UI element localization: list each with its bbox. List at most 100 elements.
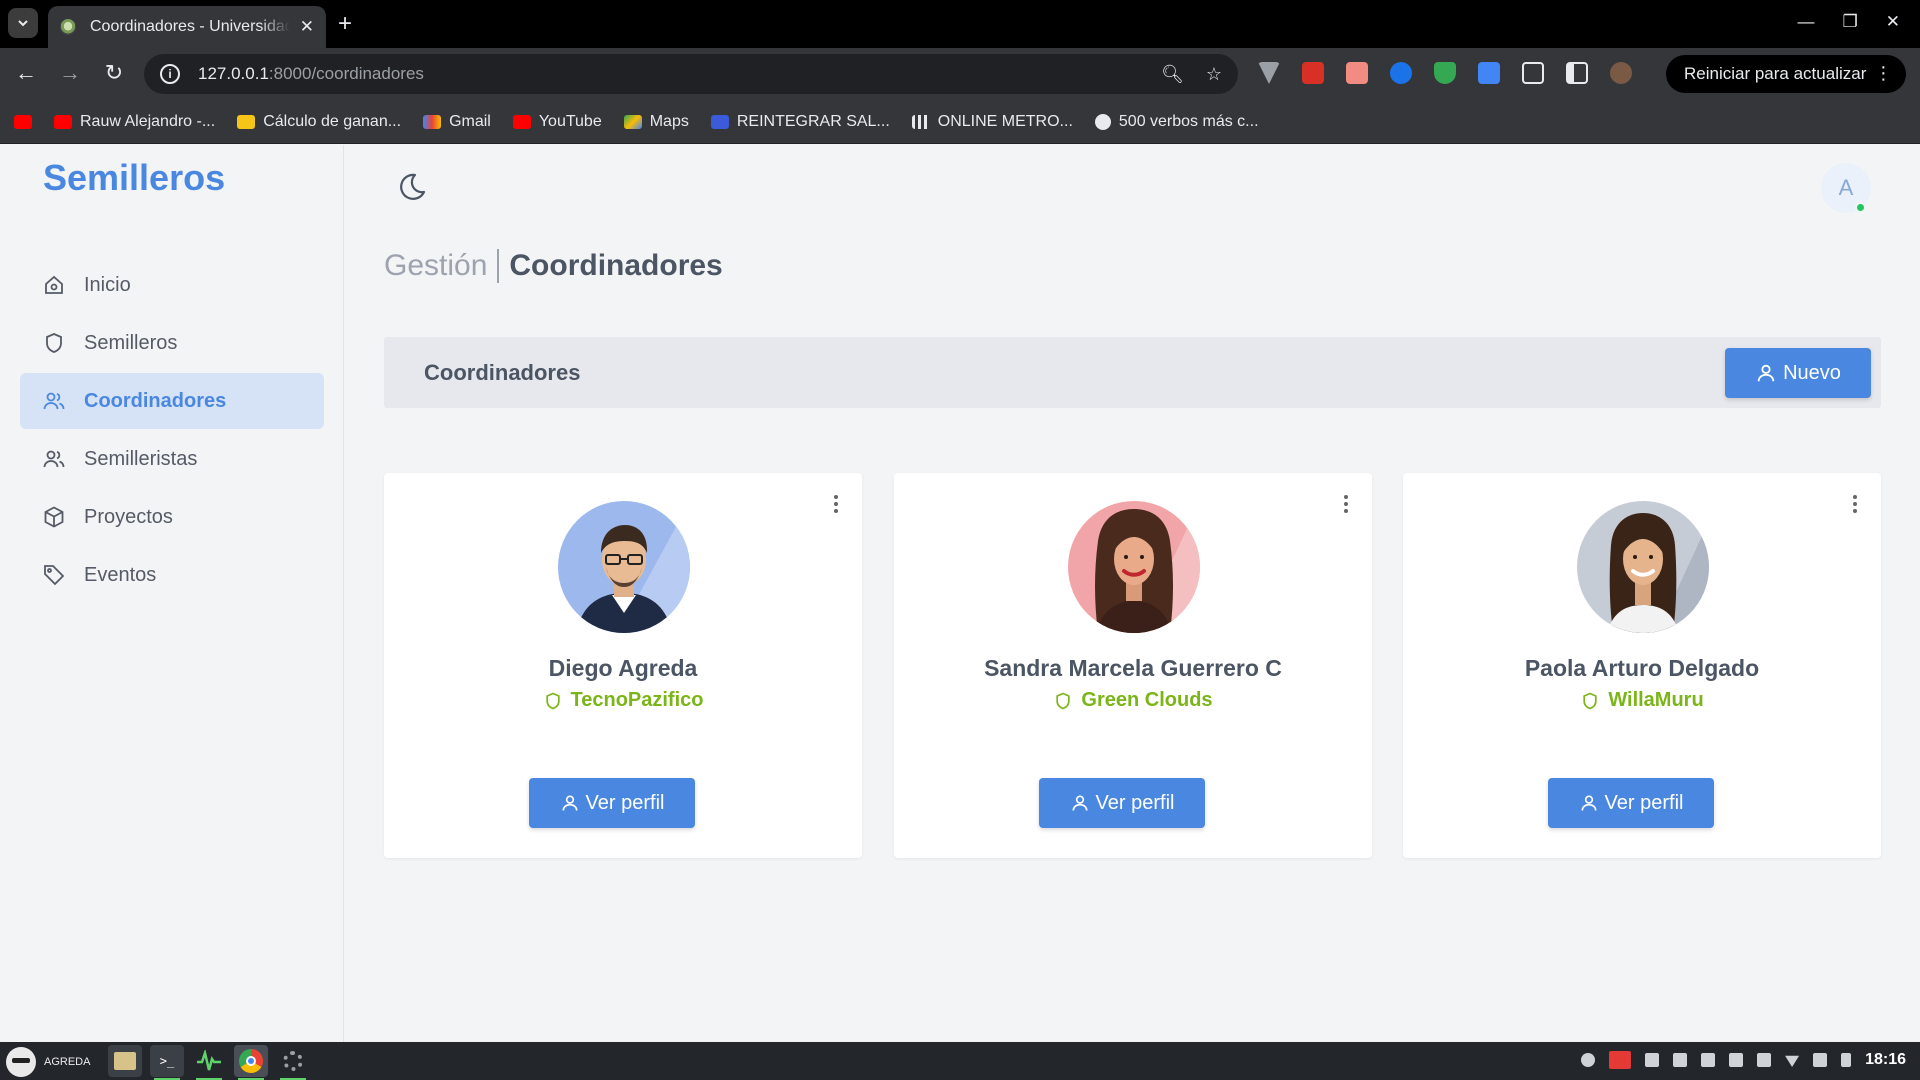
minimize-icon[interactable]: — [1798,12,1815,32]
sidebar-item-inicio[interactable]: Inicio [20,257,324,313]
breadcrumb-parent[interactable]: Gestión [384,249,487,283]
users-icon [43,392,65,410]
anydesk-icon[interactable] [1609,1051,1632,1069]
terminal-app-icon[interactable]: >_ [150,1045,184,1080]
view-profile-button[interactable]: Ver perfil [1548,778,1714,828]
coordinator-group[interactable]: TecnoPazifico [384,689,862,712]
bookmark-item[interactable]: YouTube [512,113,602,131]
files-app-icon[interactable] [108,1045,142,1077]
clipboard-icon[interactable] [1673,1053,1688,1067]
bookmark-item[interactable]: Maps [623,113,689,131]
extensions-bar [1258,62,1632,84]
zoom-icon[interactable]: 🔍︎ [1161,64,1184,85]
breadcrumb-divider [497,249,500,283]
coordinator-photo [1577,501,1709,633]
bookmark-item[interactable]: REINTEGRAR SAL... [710,113,890,131]
clock[interactable]: 18:16 [1865,1051,1906,1069]
sidebar-item-semilleristas[interactable]: Semilleristas [20,431,324,487]
extension-red-icon[interactable] [1302,62,1324,84]
globe-icon [1094,113,1111,130]
bookmark-item[interactable] [14,114,32,129]
browser-tab[interactable]: Coordinadores - Universidad ✕ [48,6,326,48]
sidebar-item-eventos[interactable]: Eventos [20,547,324,603]
close-window-icon[interactable]: ✕ [1886,12,1900,32]
group-label: Green Clouds [1081,689,1213,711]
profile-avatar-icon[interactable] [1610,62,1632,84]
youtube-icon [54,114,72,129]
sidebar-item-semilleros[interactable]: Semilleros [20,315,324,371]
os-user-menu[interactable]: AGREDA [6,1047,90,1077]
settings-gear-icon[interactable] [276,1045,310,1080]
more-vert-icon[interactable] [1344,495,1348,513]
new-coordinator-button[interactable]: Nuevo [1725,348,1871,398]
bluetooth-icon[interactable] [1645,1053,1660,1067]
breadcrumb: Gestión Coordinadores [384,249,723,283]
view-profile-label: Ver perfil [1604,791,1684,814]
taskbar-apps: >_ [108,1045,310,1080]
bookmark-item[interactable]: Cálculo de ganan... [237,113,401,131]
keyboard-icon[interactable] [1757,1053,1772,1067]
user-icon [1581,795,1597,811]
forward-arrow-icon[interactable]: → [56,60,84,86]
tab-search-button[interactable] [8,8,38,38]
close-icon[interactable]: ✕ [300,17,314,37]
bookmark-item[interactable]: Gmail [423,113,491,131]
system-monitor-icon[interactable] [192,1045,226,1080]
chrome-app-icon[interactable] [234,1045,268,1080]
sidebar-item-label: Inicio [84,273,131,296]
sidebar-item-proyectos[interactable]: Proyectos [20,489,324,545]
youtube-icon [512,114,531,129]
view-profile-button[interactable]: Ver perfil [1039,778,1205,828]
view-profile-label: Ver perfil [585,791,665,814]
reload-icon[interactable]: ↻ [100,60,128,86]
main-content: A Gestión Coordinadores Coordinadores Nu… [345,145,1920,1042]
site-info-icon[interactable]: i [160,64,180,84]
vue-devtools-icon[interactable] [1258,62,1280,84]
box-icon [44,506,64,528]
bookmark-star-icon[interactable]: ☆ [1206,64,1222,85]
bookmark-item[interactable]: 500 verbos más c... [1094,113,1259,131]
coordinator-photo [558,501,690,633]
shield-tray-icon[interactable] [1701,1053,1716,1067]
view-profile-button[interactable]: Ver perfil [529,778,695,828]
section-header: Coordinadores Nuevo [384,337,1881,408]
side-panel-icon[interactable] [1566,62,1588,84]
os-taskbar: AGREDA >_ 18:16 [0,1042,1920,1080]
bookmarks-bar: Rauw Alejandro -... Cálculo de ganan... … [0,100,1920,144]
gpu-icon[interactable] [1729,1053,1744,1067]
coordinator-group[interactable]: WillaMuru [1403,689,1881,712]
user-icon [562,795,578,811]
wifi-icon[interactable] [1785,1055,1800,1067]
battery-icon[interactable] [1841,1053,1852,1067]
translate-icon[interactable] [1478,62,1500,84]
browser-toolbar: ← → ↻ i 127.0.0.1:8000/coordinadores 🔍︎ … [0,48,1920,100]
bookmark-item[interactable]: ONLINE METRO... [911,113,1073,131]
more-vert-icon[interactable] [834,495,838,513]
bookmark-item[interactable]: Rauw Alejandro -... [54,113,215,131]
new-tab-button[interactable]: + [338,10,352,38]
back-arrow-icon[interactable]: ← [12,60,40,86]
coordinator-card: Sandra Marcela Guerrero C Green Clouds V… [894,473,1372,858]
extensions-puzzle-icon[interactable] [1522,62,1544,84]
restore-icon[interactable]: ❐ [1843,12,1858,32]
coordinator-group[interactable]: Green Clouds [894,689,1372,712]
sidebar-item-label: Coordinadores [84,389,227,412]
color-picker-icon[interactable] [1390,62,1412,84]
moon-icon[interactable] [395,171,427,203]
sidebar-nav: Inicio Semilleros Coordinadores Semiller… [20,257,324,605]
sidebar-item-coordinadores[interactable]: Coordinadores [20,373,324,429]
extension-pink-icon[interactable] [1346,62,1368,84]
volume-icon[interactable] [1813,1053,1828,1067]
shield-extension-icon[interactable] [1434,62,1456,84]
sync-icon[interactable] [1581,1053,1596,1067]
brand-logo[interactable]: Semilleros [43,157,225,199]
more-vert-icon[interactable]: ⋮ [1874,63,1892,84]
more-vert-icon[interactable] [1853,495,1857,513]
section-title: Coordinadores [424,360,581,385]
home-icon [45,275,63,294]
system-tray: 18:16 [1581,1051,1906,1069]
address-bar[interactable]: i 127.0.0.1:8000/coordinadores 🔍︎ ☆ [144,54,1238,94]
new-button-label: Nuevo [1783,361,1841,384]
restart-to-update-button[interactable]: Reiniciar para actualizar ⋮ [1666,55,1907,93]
shield-icon [545,692,560,709]
